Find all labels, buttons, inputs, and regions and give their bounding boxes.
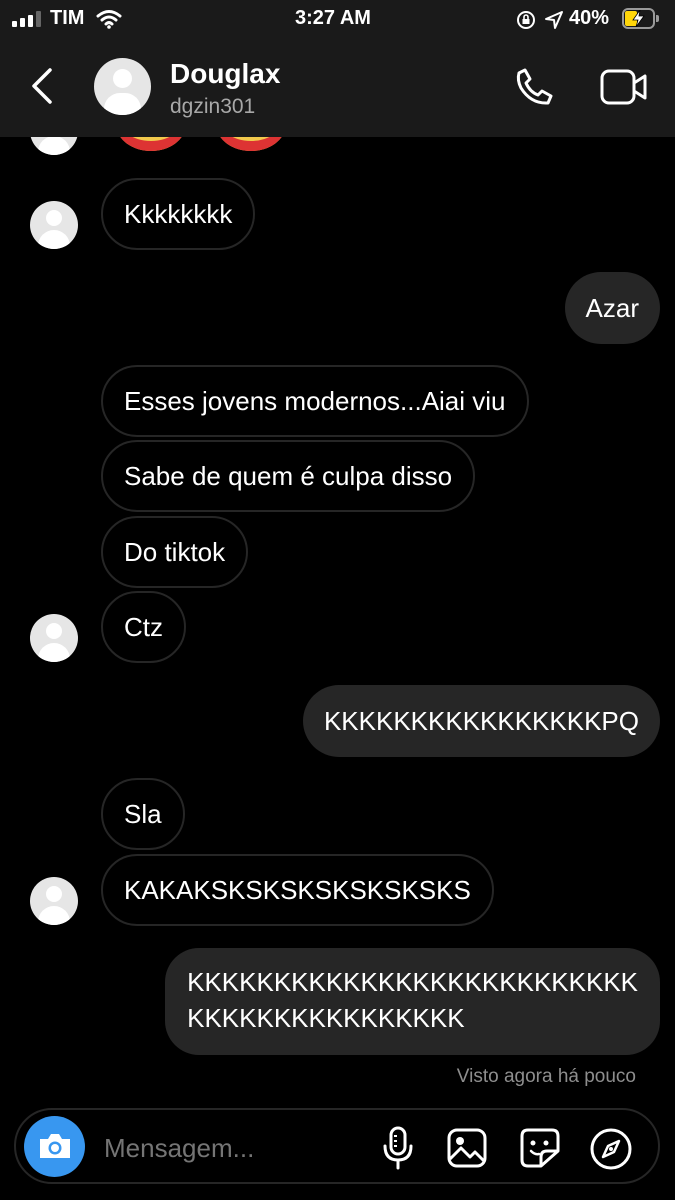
status-bar: TIM 3:27 AM 40% — [0, 0, 675, 38]
message-text: Ctz — [124, 612, 163, 642]
explore-icon[interactable] — [589, 1127, 633, 1171]
emoji-reaction-partial — [116, 137, 186, 151]
clock: 3:27 AM — [295, 7, 371, 29]
contact-username: dgzin301 — [170, 95, 256, 118]
camera-icon — [40, 1134, 70, 1158]
message-bubble-received[interactable]: Sla — [101, 778, 185, 850]
message-bubble-sent[interactable]: KKKKKKKKKKKKKKKKPQ — [302, 685, 660, 757]
message-text: Esses jovens modernos...Aiai viu — [124, 386, 506, 416]
carrier-label: TIM — [50, 7, 85, 29]
message-bubble-sent[interactable]: KKKKKKKKKKKKKKKKKKKKKKKKKK KKKKKKKKKKKKK… — [165, 948, 660, 1055]
chat-header: Douglax dgzin301 — [0, 38, 675, 137]
message-text: Azar — [585, 293, 639, 323]
message-text: Sabe de quem é culpa disso — [124, 461, 453, 491]
message-text: KAKAKSKSKSKSKSKSKSKS — [124, 875, 471, 905]
video-call-icon[interactable] — [600, 68, 648, 106]
message-text: Do tiktok — [124, 537, 226, 567]
camera-button[interactable] — [24, 1116, 85, 1177]
avatar — [30, 614, 78, 662]
location-arrow-icon — [545, 11, 563, 29]
message-text-line: KKKKKKKKKKKKKKKKKKKKKKKKKK — [187, 967, 638, 997]
battery-percent: 40% — [569, 7, 610, 29]
microphone-icon[interactable] — [381, 1126, 415, 1170]
sticker-icon[interactable] — [518, 1127, 562, 1169]
phone-call-icon[interactable] — [513, 66, 555, 108]
message-bubble-received[interactable]: Ctz — [101, 591, 186, 663]
orientation-lock-icon — [517, 11, 535, 29]
message-text: KKKKKKKKKKKKKKKKPQ — [323, 706, 639, 736]
header-avatar[interactable] — [94, 58, 151, 115]
emoji-reaction-partial — [216, 137, 286, 151]
message-input[interactable] — [102, 1128, 376, 1168]
message-text: Sla — [124, 799, 162, 829]
message-text-line: KKKKKKKKKKKKKKKK — [187, 1003, 465, 1033]
charging-bolt-icon — [632, 10, 645, 27]
battery-icon — [622, 8, 660, 29]
avatar — [30, 201, 78, 249]
avatar — [30, 877, 78, 925]
message-thread[interactable]: Kkkkkkkk Azar Esses jovens modernos...Ai… — [0, 137, 675, 1100]
wifi-icon — [96, 10, 122, 29]
message-bubble-received[interactable]: Kkkkkkkk — [101, 178, 256, 250]
message-bubble-received[interactable]: Esses jovens modernos...Aiai viu — [101, 365, 529, 437]
back-arrow-icon[interactable] — [28, 66, 58, 106]
avatar — [30, 137, 78, 155]
gallery-icon[interactable] — [446, 1127, 488, 1169]
seen-receipt: Visto agora há pouco — [456, 1066, 636, 1087]
contact-name[interactable]: Douglax — [170, 58, 280, 90]
signal-bars-icon — [12, 11, 44, 27]
message-bubble-received[interactable]: Sabe de quem é culpa disso — [101, 440, 476, 512]
message-bubble-received[interactable]: Do tiktok — [101, 516, 249, 588]
message-bubble-sent[interactable]: Azar — [564, 272, 660, 344]
message-composer — [14, 1108, 660, 1184]
message-text: Kkkkkkkk — [124, 199, 233, 229]
message-bubble-received[interactable]: KAKAKSKSKSKSKSKSKSKS — [101, 854, 494, 926]
